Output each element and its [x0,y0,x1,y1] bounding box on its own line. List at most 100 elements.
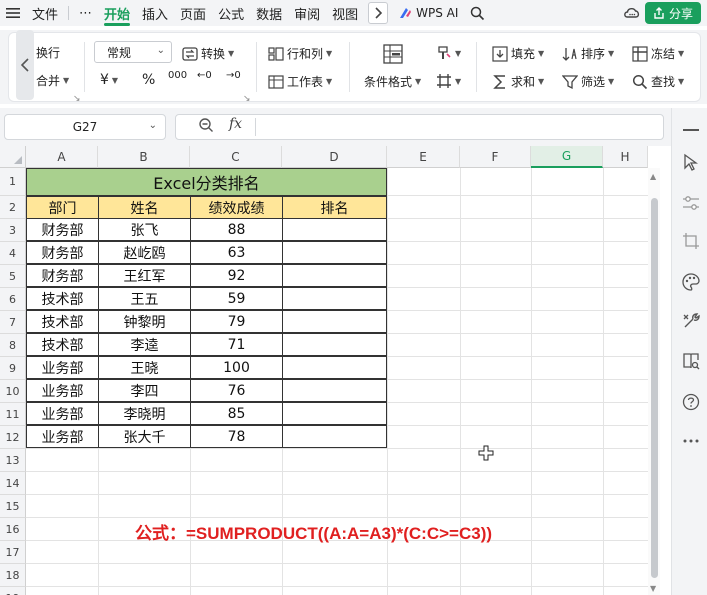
row-header[interactable]: 14 [0,472,26,495]
filter-button[interactable]: 筛选 ▼ [562,73,614,90]
find-button[interactable]: 查找 ▼ [632,73,684,90]
sidebar-more-button[interactable] [681,431,701,451]
tab-insert[interactable]: 插入 [136,0,174,26]
row-header[interactable]: 12 [0,426,26,449]
row-header[interactable]: 8 [0,334,26,357]
sidebar-select-button[interactable] [681,152,701,172]
convert-button[interactable]: 转换 ▼ [182,45,234,62]
table-cell[interactable]: 71 [190,333,283,356]
hamburger-menu-button[interactable] [0,0,26,26]
table-cell[interactable]: 李逵 [98,333,191,356]
table-cell[interactable]: 76 [190,379,283,402]
header-cell-rank[interactable]: 排名 [282,196,387,219]
header-cell-score[interactable]: 绩效成绩 [190,196,283,219]
table-cell[interactable]: 业务部 [26,402,99,425]
increase-decimal-button[interactable]: ←0 [197,70,212,81]
ribbon-scroll-left-button[interactable] [16,30,34,100]
tab-data[interactable]: 数据 [250,0,288,26]
tabs-scroll-right-button[interactable] [368,2,389,24]
alignment-dialog-launcher-icon[interactable]: ↘ [73,94,81,104]
table-cell[interactable]: 财务部 [26,241,99,264]
table-cell[interactable] [282,287,387,310]
table-cell[interactable] [282,310,387,333]
search-button[interactable] [464,0,491,26]
sort-button[interactable]: 排序 ▼ [562,45,614,62]
row-header[interactable]: 2 [0,196,26,219]
table-cell[interactable]: 业务部 [26,425,99,448]
table-cell[interactable]: 李四 [98,379,191,402]
tab-home[interactable]: 开始 [98,0,136,26]
table-cell[interactable] [282,264,387,287]
table-cell[interactable]: 财务部 [26,218,99,241]
sidebar-properties-button[interactable] [681,193,701,213]
select-all-corner[interactable] [0,146,26,168]
column-header-g[interactable]: G [531,146,603,168]
currency-format-button[interactable]: ¥ ▼ [100,72,118,88]
sidebar-crop-button[interactable] [681,231,701,251]
formula-input[interactable] [175,114,664,140]
table-cell[interactable]: 钟黎明 [98,310,191,333]
name-box[interactable]: G27 ⌄ [4,114,166,140]
table-cell[interactable]: 79 [190,310,283,333]
table-cell[interactable]: 业务部 [26,379,99,402]
row-header[interactable]: 7 [0,311,26,334]
decrease-decimal-button[interactable]: →0 [226,70,241,81]
wrap-text-button[interactable]: 换行 [36,44,60,61]
column-header-d[interactable]: D [282,146,387,168]
table-cell[interactable] [282,379,387,402]
table-cell[interactable] [282,402,387,425]
row-header[interactable]: 5 [0,265,26,288]
sum-button[interactable]: 求和 ▼ [492,73,544,90]
freeze-button[interactable]: 冻结 ▼ [632,45,684,62]
table-cell[interactable] [282,241,387,264]
row-header[interactable]: 17 [0,541,26,564]
row-header[interactable]: 1 [0,168,26,196]
column-header-e[interactable]: E [387,146,460,168]
table-cell[interactable]: 业务部 [26,356,99,379]
row-header[interactable]: 13 [0,449,26,472]
percent-format-button[interactable]: % [142,72,155,88]
wps-ai-button[interactable]: WPS AI [392,6,464,20]
table-cell[interactable]: 技术部 [26,310,99,333]
share-button[interactable]: 分享 [644,2,701,24]
table-cell[interactable] [282,356,387,379]
merge-button[interactable]: 合并 ▼ [36,72,69,89]
vertical-scrollbar[interactable]: ▲ ▼ [648,168,660,595]
table-cell[interactable]: 技术部 [26,287,99,310]
row-header[interactable]: 11 [0,403,26,426]
row-header[interactable]: 10 [0,380,26,403]
worksheet-button[interactable]: 工作表 ▼ [268,73,332,90]
table-cell[interactable]: 张飞 [98,218,191,241]
table-cell[interactable]: 92 [190,264,283,287]
table-cell[interactable]: 王晓 [98,356,191,379]
sidebar-tools-button[interactable] [681,311,701,331]
menu-file[interactable]: 文件 [26,0,64,26]
header-cell-name[interactable]: 姓名 [98,196,191,219]
tab-formula[interactable]: 公式 [212,0,250,26]
column-header-c[interactable]: C [190,146,282,168]
table-cell[interactable]: 李晓明 [98,402,191,425]
zoom-formula-button[interactable] [198,117,214,137]
column-header-f[interactable]: F [460,146,531,168]
thousands-separator-button[interactable]: 000 [168,70,187,81]
sidebar-style-button[interactable] [681,272,701,292]
header-cell-department[interactable]: 部门 [26,196,99,219]
fill-button[interactable]: 填充 ▼ [492,45,544,62]
column-header-a[interactable]: A [26,146,98,168]
table-cell[interactable]: 王红军 [98,264,191,287]
scrollbar-thumb[interactable] [651,198,658,578]
tab-view[interactable]: 视图 [326,0,364,26]
border-button[interactable]: ▼ [436,73,461,89]
row-header[interactable]: 18 [0,564,26,587]
cloud-sync-button[interactable] [623,4,641,24]
conditional-format-button[interactable]: 条件格式 ▼ [364,73,421,90]
table-cell[interactable]: 王五 [98,287,191,310]
table-cell[interactable] [282,425,387,448]
number-dialog-launcher-icon[interactable]: ↘ [243,94,251,104]
row-header[interactable]: 15 [0,495,26,518]
table-title-cell[interactable]: Excel分类排名 [26,168,387,196]
table-cell[interactable]: 88 [190,218,283,241]
scroll-down-icon[interactable]: ▼ [650,584,656,593]
number-format-select[interactable]: 常规 ⌄ [94,41,172,63]
row-header[interactable]: 4 [0,242,26,265]
